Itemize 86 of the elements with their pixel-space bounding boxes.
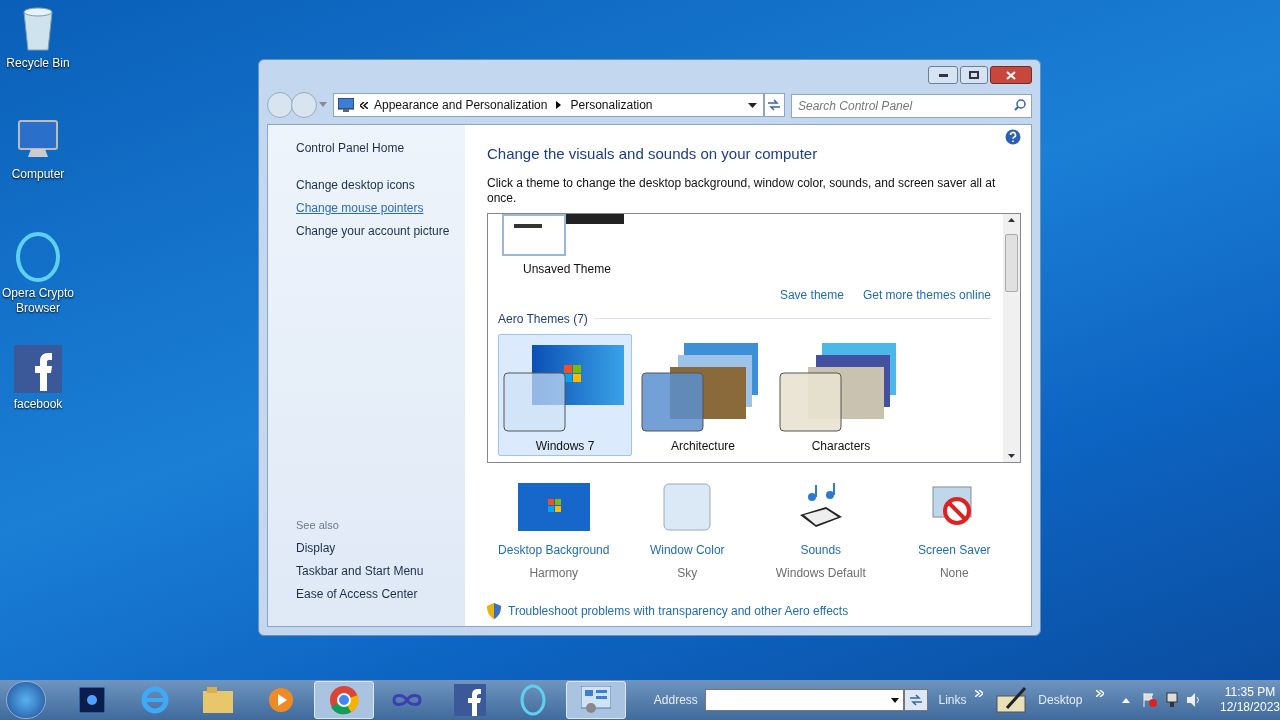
sidebar-link[interactable]: Change your account picture (296, 224, 465, 239)
taskbar-app-button[interactable] (565, 681, 626, 719)
desktop-icon-label[interactable]: Recycle Bin (6, 56, 70, 71)
dropdown-caret-icon[interactable] (747, 102, 757, 108)
shield-icon (487, 602, 501, 619)
close-icon (1006, 70, 1016, 80)
toolbar-label[interactable]: Desktop (1038, 691, 1083, 709)
theme-name: Architecture (671, 437, 735, 455)
theme-tile[interactable]: Characters (774, 333, 908, 456)
sidebar-link[interactable]: Taskbar and Start Menu (296, 564, 465, 579)
desktop-icon-label[interactable]: Computer (11, 167, 65, 182)
troubleshoot-link[interactable]: Troubleshoot problems with transparency and other Aero effects (508, 601, 849, 620)
address-field[interactable] (704, 689, 904, 711)
search-icon (1014, 99, 1026, 111)
toolbar-label: Address (653, 692, 698, 709)
theme-tile[interactable]: Architecture (636, 333, 770, 456)
control-panel-icon (338, 98, 354, 112)
scrollbar-thumb[interactable] (1005, 233, 1018, 292)
sidebar-link[interactable]: Control Panel Home (296, 139, 465, 157)
go-button[interactable] (903, 689, 928, 711)
sidebar-link[interactable]: Change desktop icons (296, 178, 465, 193)
desktop-icon-label[interactable]: facebook (13, 397, 63, 412)
theme-name: Windows 7 (535, 437, 595, 455)
flag-error-icon[interactable] (1142, 692, 1159, 708)
dropdown-caret-icon[interactable] (890, 697, 899, 703)
setting-link[interactable]: Desktop Background (498, 540, 610, 559)
infinity-icon (390, 691, 423, 709)
close-button[interactable] (990, 66, 1032, 84)
vertical-scrollbar[interactable] (1003, 213, 1020, 462)
theme-name[interactable]: Unsaved Theme (523, 259, 1003, 278)
minimize-button[interactable] (928, 66, 958, 84)
scroll-down-icon[interactable] (1008, 453, 1015, 458)
photo-placeholder (566, 213, 624, 224)
refresh-button[interactable] (763, 93, 785, 117)
pen-tablet-icon[interactable] (994, 686, 1029, 714)
setting-link[interactable]: Window Color (649, 540, 725, 559)
letter-f-icon (14, 345, 62, 393)
folder-icon (202, 687, 233, 713)
ring-icon (518, 684, 547, 716)
sidebar-link[interactable]: Display (296, 541, 465, 556)
theme-preview[interactable] (502, 213, 566, 256)
clock-time[interactable]: 11:35 PM (1224, 685, 1276, 700)
browser-circle-icon (328, 685, 359, 715)
theme-link[interactable]: Get more themes online (862, 285, 991, 304)
address-bar[interactable]: Appearance and Personalization Personalization (333, 93, 764, 117)
page-title: Change the visuals and sounds on your computer (487, 144, 819, 164)
scroll-up-icon[interactable] (1008, 217, 1015, 222)
page-description: Click a theme to change the desktop background, window color, sounds, and screen saver all at once. (487, 175, 997, 206)
setting-link[interactable]: Screen Saver (917, 540, 991, 559)
show-hidden-icons[interactable] (1122, 697, 1131, 703)
sidebar-link[interactable]: Change mouse pointers (296, 201, 465, 216)
chevron-right-icon[interactable] (556, 101, 562, 109)
control-panel-icon (580, 686, 611, 714)
setting-value: None (939, 564, 969, 582)
desktop-icon-label[interactable]: Opera Crypto Browser (0, 286, 76, 316)
setting-value: Sky (677, 564, 698, 582)
theme-link[interactable]: Save theme (779, 285, 844, 304)
letter-f-icon (453, 684, 486, 716)
color-swatch-icon (663, 482, 712, 531)
setting-value: Windows Default (775, 564, 866, 582)
start-button[interactable] (6, 681, 46, 719)
breadcrumb-item[interactable]: Appearance and Personalization (374, 96, 548, 114)
setting-value: Harmony (529, 564, 579, 582)
see-also-heading: See also (296, 517, 340, 533)
ps-app-icon (78, 687, 105, 713)
globe-e-icon (139, 685, 170, 715)
double-chevron-icon[interactable] (360, 101, 368, 109)
theme-name: Characters (811, 437, 871, 455)
ring-icon (13, 232, 63, 282)
wallpaper-icon (517, 482, 590, 531)
refresh-arrows-icon (908, 694, 923, 706)
theme-tile[interactable]: Windows 7 (498, 333, 632, 456)
sidebar-link[interactable]: Ease of Access Center (296, 587, 465, 602)
breadcrumb-item[interactable]: Personalization (570, 96, 653, 114)
maximize-button[interactable] (960, 66, 988, 84)
refresh-arrows-icon (767, 99, 782, 111)
help-icon[interactable] (1005, 129, 1021, 145)
clock-date[interactable]: 12/18/2023 (1219, 700, 1280, 715)
toolbar-label[interactable]: Links (938, 691, 967, 709)
section-heading: Aero Themes (7) (498, 310, 588, 328)
setting-link[interactable]: Sounds (800, 540, 842, 559)
search-field[interactable]: Search Control Panel (791, 94, 1032, 118)
play-icon (267, 687, 294, 713)
speaker-icon[interactable] (1186, 692, 1202, 708)
network-icon[interactable] (1164, 692, 1181, 708)
taskbar-app-button[interactable] (313, 681, 374, 719)
